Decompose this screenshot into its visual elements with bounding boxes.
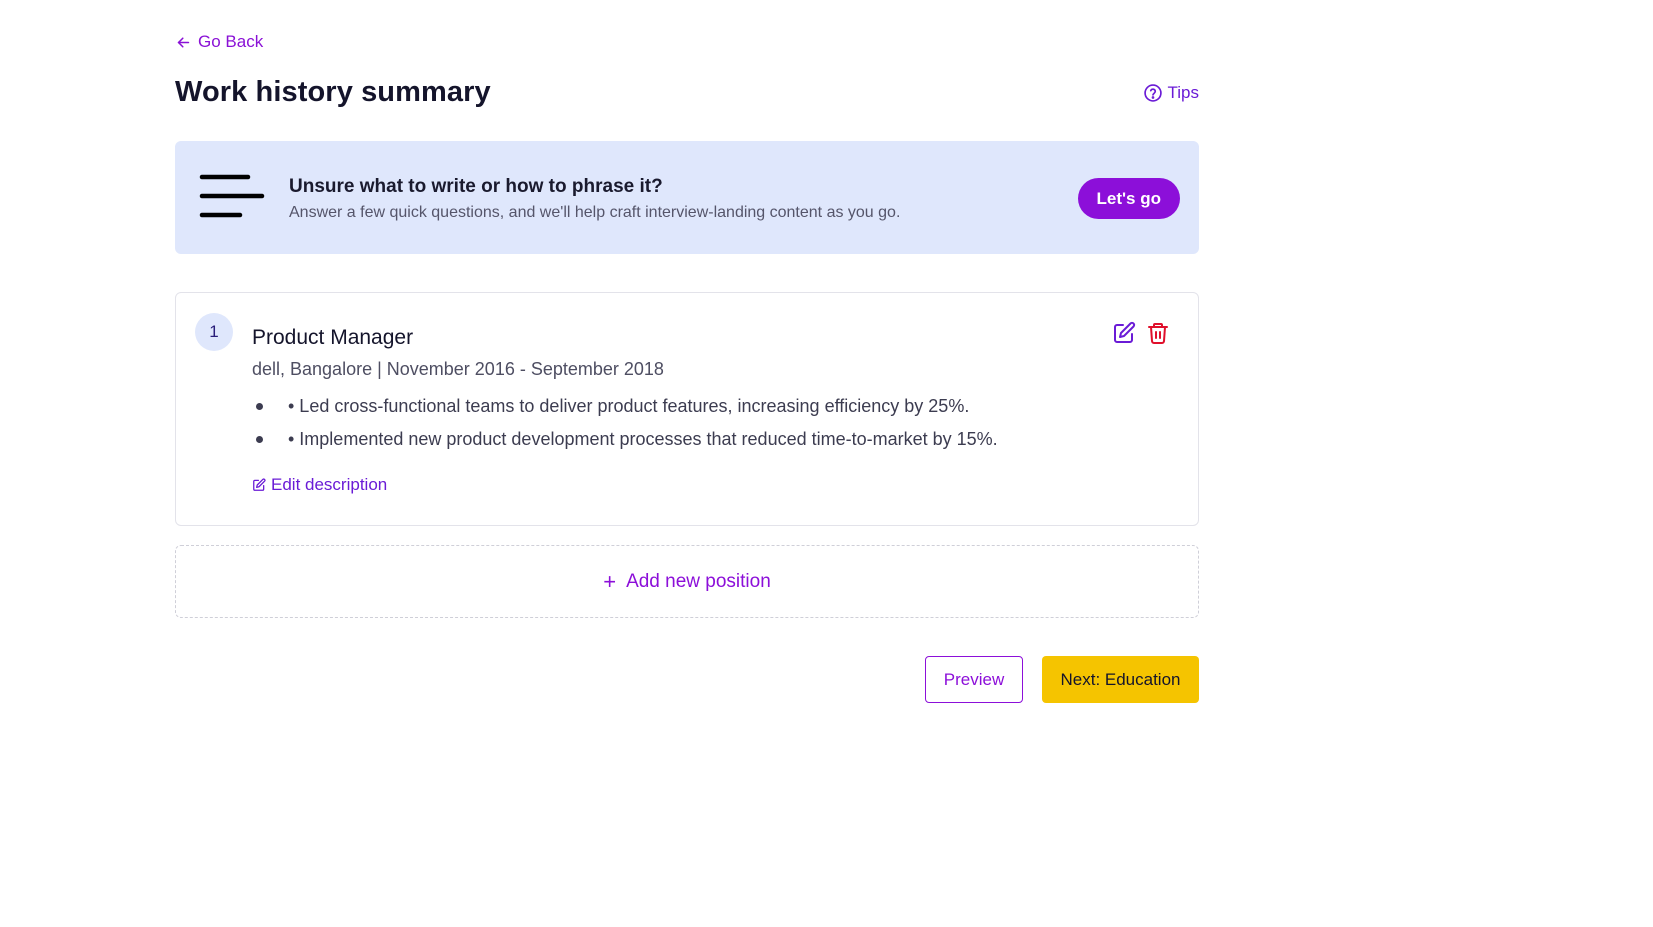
- position-meta: dell, Bangalore | November 2016 - Septem…: [252, 359, 664, 379]
- position-actions: [1112, 321, 1170, 345]
- lets-go-button[interactable]: Let's go: [1077, 178, 1180, 219]
- go-back-link[interactable]: Go Back: [175, 32, 263, 52]
- bullet-item: • Implemented new product development pr…: [252, 428, 998, 461]
- pencil-square-icon: [253, 478, 266, 491]
- delete-position-button[interactable]: [1146, 321, 1170, 345]
- edit-position-button[interactable]: [1112, 321, 1136, 345]
- bullet-item: • Led cross-functional teams to deliver …: [252, 395, 998, 428]
- position-bullets: • Led cross-functional teams to deliver …: [252, 395, 998, 461]
- menu-lines-icon: [199, 174, 265, 218]
- tips-link[interactable]: Tips: [1143, 83, 1200, 103]
- page-title: Work history summary: [175, 76, 491, 108]
- position-title: Product Manager: [252, 326, 414, 349]
- go-back-label: Go Back: [198, 32, 264, 51]
- edit-description-label: Edit description: [271, 475, 388, 494]
- banner-heading: Unsure what to write or how to phrase it…: [289, 176, 663, 197]
- guidance-banner: Unsure what to write or how to phrase it…: [175, 141, 1199, 254]
- preview-button[interactable]: Preview: [925, 656, 1023, 703]
- banner-subtext: Answer a few quick questions, and we'll …: [289, 204, 901, 221]
- pencil-square-icon: [1114, 321, 1136, 343]
- position-number-badge: 1: [195, 313, 233, 351]
- arrow-left-icon: [177, 36, 190, 48]
- add-new-position-button[interactable]: + Add new position: [175, 545, 1199, 618]
- tips-label: Tips: [1167, 83, 1200, 102]
- next-education-button[interactable]: Next: Education: [1042, 656, 1199, 703]
- plus-icon: +: [603, 568, 617, 594]
- position-card: 1 Product Manager dell, Bangalore | Nove…: [175, 292, 1199, 526]
- question-circle-icon: [1143, 84, 1162, 102]
- trash-icon: [1148, 323, 1168, 344]
- edit-description-link[interactable]: Edit description: [252, 475, 387, 495]
- add-new-position-label: Add new position: [626, 570, 771, 592]
